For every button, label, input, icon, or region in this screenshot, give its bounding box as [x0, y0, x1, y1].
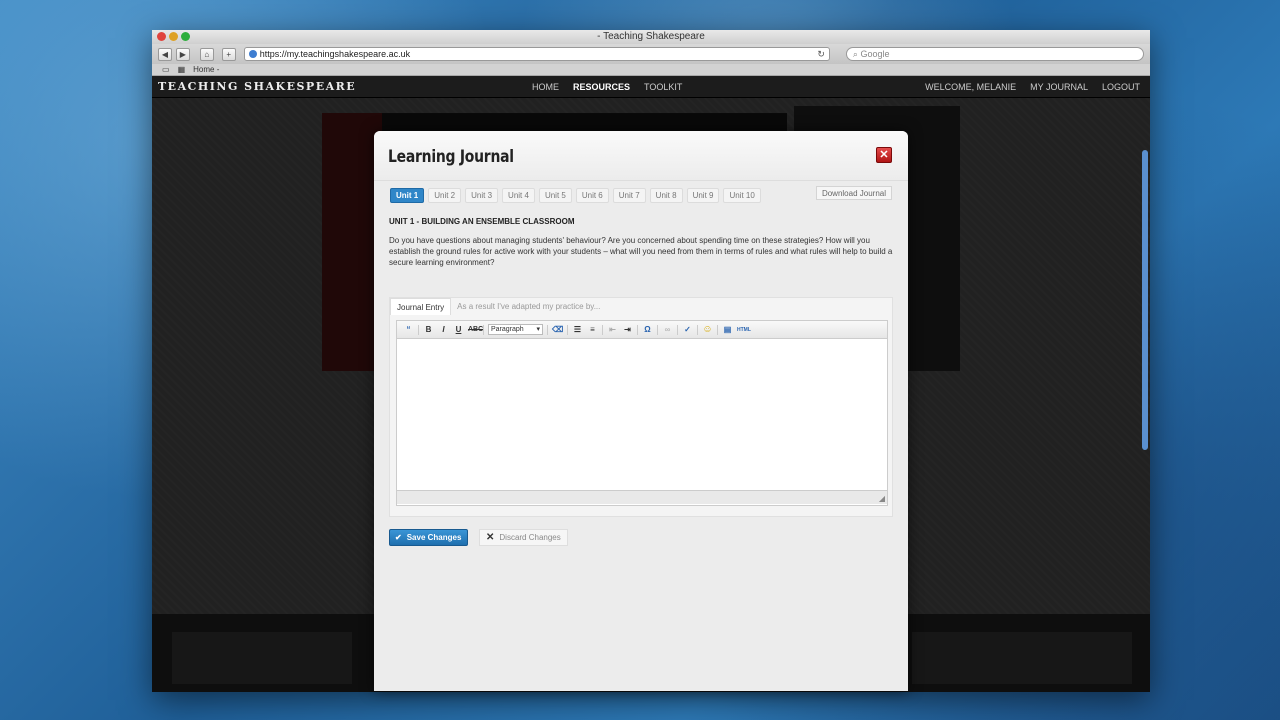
bookmark-home[interactable]: Home -	[193, 64, 219, 75]
learning-journal-modal: Learning Journal ✕ Unit 1 Unit 2 Unit 3 …	[374, 131, 908, 691]
unit-description: Do you have questions about managing stu…	[389, 236, 893, 267]
close-icon: ✕	[486, 531, 495, 543]
smiley-icon[interactable]: ☺	[702, 324, 713, 335]
tab-adapted-practice[interactable]: As a result I've adapted my practice by.…	[451, 298, 606, 315]
paste-icon[interactable]: ▤	[722, 325, 733, 334]
back-icon[interactable]: ◀	[158, 47, 172, 61]
site-header: TEACHING SHAKESPEARE HOME RESOURCES TOOL…	[152, 76, 1150, 98]
reading-list-icon[interactable]: ▭	[162, 64, 170, 75]
unit-heading: UNIT 1 - BUILDING AN ENSEMBLE CLASSROOM	[389, 217, 575, 226]
site-globe-icon	[248, 50, 257, 58]
nav-home[interactable]: HOME	[532, 82, 559, 92]
strikethrough-icon[interactable]: ABC	[468, 326, 483, 333]
close-icon[interactable]: ✕	[876, 147, 892, 163]
bold-icon[interactable]: B	[423, 325, 434, 334]
save-changes-button[interactable]: ✔ Save Changes	[389, 529, 469, 546]
nav-my-journal[interactable]: MY JOURNAL	[1030, 82, 1088, 92]
tab-unit-9[interactable]: Unit 9	[686, 188, 720, 203]
tab-unit-4[interactable]: Unit 4	[502, 188, 535, 203]
reload-icon[interactable]: ↻	[817, 48, 825, 60]
journal-editor-box: Journal Entry As a result I've adapted m…	[389, 297, 893, 517]
top-sites-icon[interactable]: ▦	[178, 64, 186, 75]
tab-unit-8[interactable]: Unit 8	[649, 188, 683, 203]
search-icon: ⌕	[852, 49, 858, 59]
address-bar[interactable]: https://my.teachingshakespeare.ac.uk ↻	[243, 47, 830, 61]
nav-resources[interactable]: RESOURCES	[573, 82, 630, 92]
home-icon[interactable]: ⌂	[199, 47, 214, 61]
outdent-icon[interactable]: ⇤	[607, 325, 618, 334]
blockquote-icon[interactable]: “	[403, 325, 414, 334]
window-title: - Teaching Shakespeare	[597, 31, 705, 42]
window-controls	[157, 32, 190, 41]
nav-toolkit[interactable]: TOOLKIT	[644, 82, 682, 92]
bullet-list-icon[interactable]: ☰	[572, 325, 583, 334]
clear-formatting-icon[interactable]: ⌫	[552, 325, 563, 334]
journal-entry-textarea[interactable]	[397, 339, 887, 490]
download-journal-button[interactable]: Download Journal	[815, 186, 892, 200]
zoom-window-icon[interactable]	[181, 32, 190, 41]
url-text: https://my.teachingshakespeare.ac.uk	[259, 49, 411, 59]
editor-status-bar: ◢	[397, 490, 887, 504]
discard-changes-button[interactable]: ✕ Discard Changes	[479, 529, 568, 546]
checkmark-icon: ✔	[395, 532, 402, 542]
paragraph-format-select[interactable]: Paragraph	[488, 324, 543, 335]
numbered-list-icon[interactable]: ≡	[587, 325, 598, 334]
main-nav: HOME RESOURCES TOOLKIT	[532, 82, 682, 92]
page-scrollbar[interactable]	[1142, 150, 1148, 450]
forward-icon[interactable]: ▶	[175, 47, 190, 61]
search-placeholder: Google	[860, 49, 890, 59]
underline-icon[interactable]: U	[453, 325, 464, 334]
tab-unit-7[interactable]: Unit 7	[612, 188, 646, 203]
nav-logout[interactable]: LOGOUT	[1102, 82, 1140, 92]
html-source-icon[interactable]: HTML	[737, 327, 751, 333]
tab-unit-2[interactable]: Unit 2	[428, 188, 462, 203]
tab-unit-5[interactable]: Unit 5	[538, 188, 572, 203]
resize-handle-icon[interactable]: ◢	[879, 494, 885, 503]
minimize-window-icon[interactable]	[169, 32, 178, 41]
add-bookmark-icon[interactable]: +	[221, 47, 236, 61]
save-label: Save Changes	[406, 532, 462, 542]
browser-toolbar: ◀ ▶ ⌂ + https://my.teachingshakespeare.a…	[152, 44, 1150, 64]
welcome-text: WELCOME, MELANIE	[925, 81, 1017, 92]
editor-toolbar: “ B I U ABC Paragraph ⌫ ☰ ≡ ⇤ ⇥ Ω ∞	[397, 321, 887, 339]
indent-icon[interactable]: ⇥	[622, 325, 633, 334]
italic-icon[interactable]: I	[438, 325, 449, 334]
modal-title: Learning Journal	[388, 147, 514, 167]
modal-header: Learning Journal ✕	[374, 131, 908, 181]
tab-unit-3[interactable]: Unit 3	[465, 188, 499, 203]
bookmarks-bar: ▭ ▦ Home -	[152, 64, 1150, 76]
special-character-icon[interactable]: Ω	[642, 325, 653, 334]
link-icon[interactable]: ∞	[662, 325, 673, 334]
close-window-icon[interactable]	[157, 32, 166, 41]
spellcheck-icon[interactable]: ✓	[682, 325, 693, 334]
tab-unit-1[interactable]: Unit 1	[390, 188, 425, 203]
site-logo[interactable]: TEACHING SHAKESPEARE	[152, 80, 356, 93]
discard-label: Discard Changes	[499, 532, 561, 542]
tab-journal-entry[interactable]: Journal Entry	[390, 298, 452, 315]
tab-unit-10[interactable]: Unit 10	[723, 188, 761, 203]
user-nav: WELCOME, MELANIE MY JOURNAL LOGOUT	[925, 82, 1140, 92]
rich-text-editor: “ B I U ABC Paragraph ⌫ ☰ ≡ ⇤ ⇥ Ω ∞	[396, 320, 888, 506]
editor-tabs: Journal Entry As a result I've adapted m…	[390, 298, 606, 315]
tab-unit-6[interactable]: Unit 6	[575, 188, 609, 203]
unit-tabs: Unit 1 Unit 2 Unit 3 Unit 4 Unit 5 Unit …	[390, 188, 761, 203]
search-field[interactable]: ⌕ Google	[845, 47, 1144, 61]
browser-titlebar: - Teaching Shakespeare	[152, 30, 1150, 44]
